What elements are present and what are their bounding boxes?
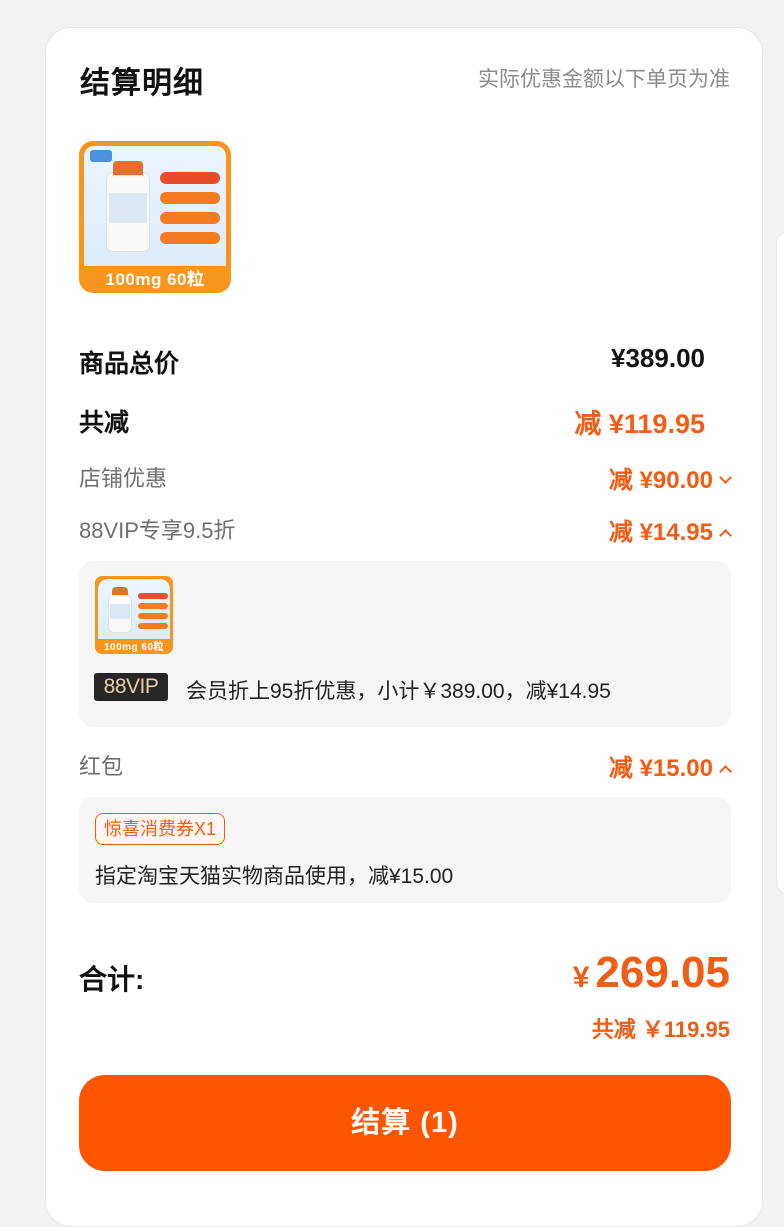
checkout-button[interactable]: 结算 (1): [79, 1075, 731, 1171]
grand-total-label: 合计:: [79, 964, 145, 995]
vip-discount-label: 88VIP专享9.5折: [79, 518, 236, 543]
brand-logo: [90, 150, 112, 162]
discount-hint: 实际优惠金额以下单页为准: [478, 68, 730, 91]
redpacket-value: 减 ¥15.00: [608, 755, 713, 782]
product-image: [84, 146, 226, 266]
settlement-detail-panel: 结算明细 实际优惠金额以下单页为准 100mg 60粒 商品总价 ¥389.00…: [45, 27, 763, 1227]
product-thumbnail[interactable]: 100mg 60粒: [79, 141, 231, 293]
vip-detail-text: 会员折上95折优惠，小计￥389.00，减¥14.95: [186, 680, 611, 703]
product-spec-caption: 100mg 60粒: [105, 270, 205, 289]
redpacket-label: 红包: [79, 754, 124, 779]
goods-total-value: ¥389.00: [611, 343, 705, 373]
total-discount-value: 减 ¥119.95: [574, 409, 705, 439]
vip-thumb-caption: 100mg 60粒: [103, 642, 165, 653]
goods-total-label: 商品总价: [79, 350, 180, 378]
redpacket-detail-text: 指定淘宝天猫实物商品使用，减¥15.00: [95, 865, 454, 888]
vip-discount-toggle[interactable]: 减 ¥14.95: [608, 512, 732, 547]
saved-amount: 共减 ￥119.95: [591, 1017, 730, 1042]
total-discount-label: 共减: [79, 409, 130, 437]
vip-product-thumbnail: 100mg 60粒: [95, 576, 173, 654]
vip-badge: 88VIP: [94, 673, 168, 701]
bottle-icon: [106, 161, 150, 252]
grand-total-price: ¥269.05: [573, 948, 730, 998]
vip-discount-detail: 100mg 60粒 88VIP 会员折上95折优惠，小计￥389.00，减¥14…: [79, 561, 731, 727]
adjacent-panel-edge: [776, 232, 784, 894]
bottle-icon: [108, 587, 132, 633]
shop-discount-toggle[interactable]: 减 ¥90.00: [608, 460, 732, 495]
chevron-down-icon: [719, 471, 732, 485]
shop-discount-label: 店铺优惠: [79, 466, 168, 491]
chevron-up-icon: [719, 529, 732, 543]
currency-symbol: ¥: [572, 961, 590, 994]
chevron-up-icon: [719, 765, 732, 779]
grand-total-amount: 269.05: [595, 948, 730, 997]
coupon-tag: 惊喜消费券X1: [95, 813, 226, 845]
redpacket-detail: 惊喜消费券X1 指定淘宝天猫实物商品使用，减¥15.00: [79, 797, 731, 903]
redpacket-toggle[interactable]: 减 ¥15.00: [608, 748, 732, 783]
shop-discount-value: 减 ¥90.00: [608, 467, 713, 494]
page-title: 结算明细: [80, 67, 204, 100]
vip-discount-value: 减 ¥14.95: [608, 519, 713, 546]
